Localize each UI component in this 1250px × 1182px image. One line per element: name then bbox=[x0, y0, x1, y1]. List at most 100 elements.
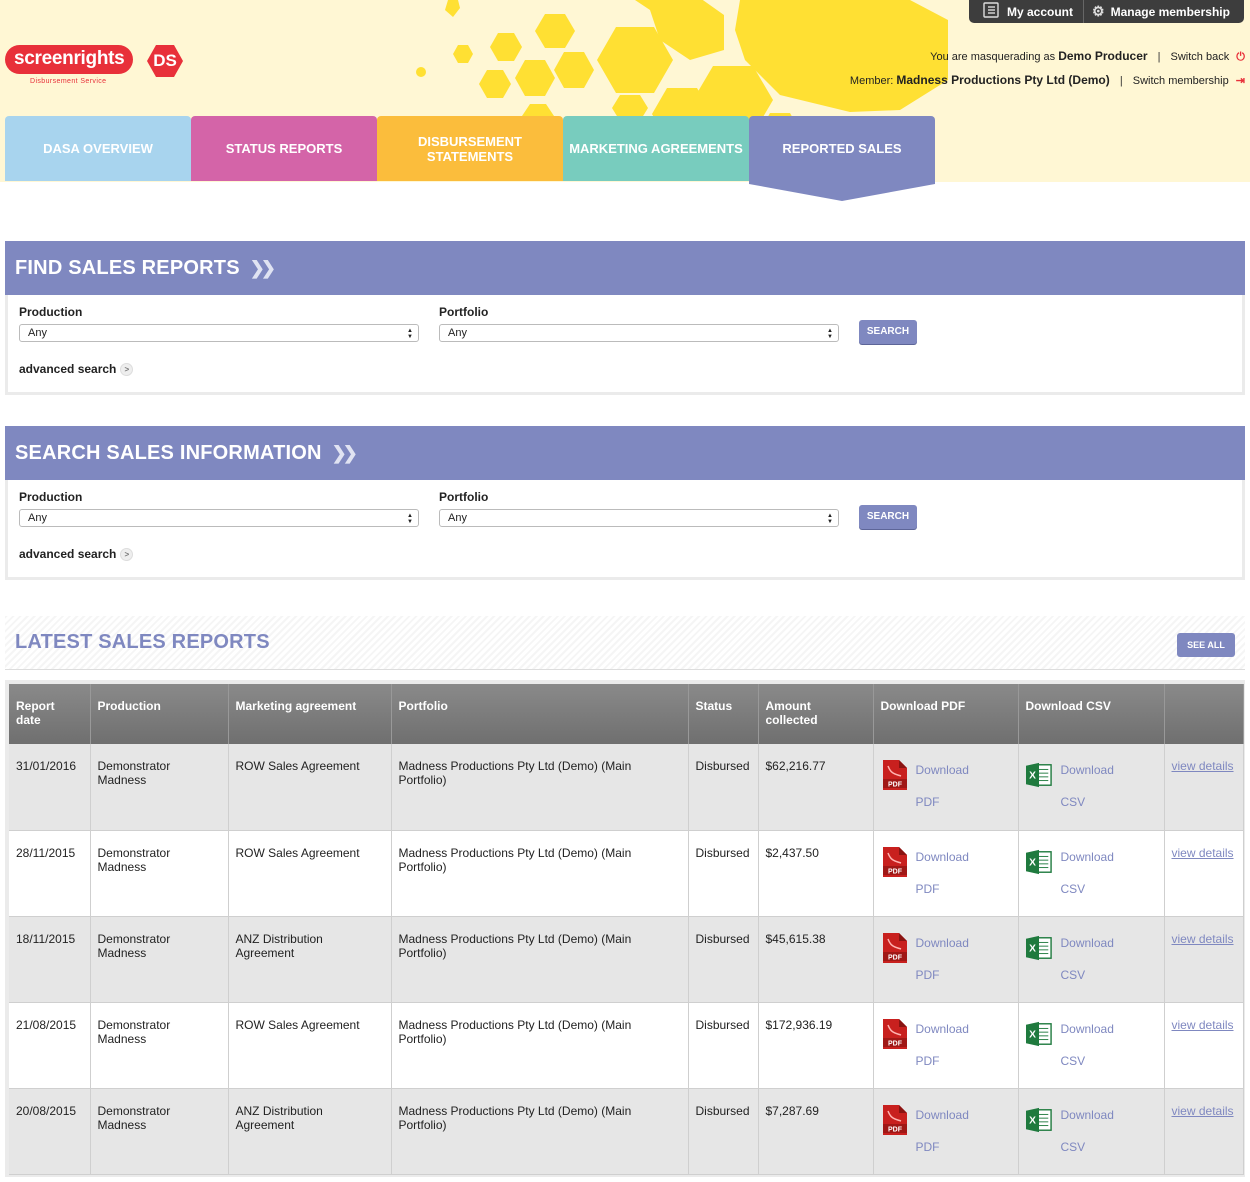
tab-reported-sales[interactable]: REPORTED SALES bbox=[749, 116, 935, 201]
svg-text:PDF: PDF bbox=[888, 954, 903, 961]
see-all-button[interactable]: SEE ALL bbox=[1177, 633, 1235, 657]
search-sales-information-panel: SEARCH SALES INFORMATION ❯❯ Production A… bbox=[5, 426, 1245, 580]
advanced-search-link[interactable]: advanced search > bbox=[19, 547, 134, 561]
column-header[interactable]: Status bbox=[688, 684, 759, 744]
production-select-value: Any bbox=[28, 327, 47, 339]
column-header[interactable]: Production bbox=[90, 684, 229, 744]
pdf-icon: PDF bbox=[882, 846, 907, 877]
view-details-link[interactable]: view details bbox=[1172, 846, 1234, 860]
column-header[interactable]: Amount collected bbox=[758, 684, 874, 744]
cell-status: Disbursed bbox=[688, 1088, 759, 1175]
tab-dasa-overview[interactable]: DASA OVERVIEW bbox=[5, 116, 191, 181]
download-csv-link[interactable]: X Download CSV bbox=[1025, 933, 1157, 991]
view-details-link[interactable]: view details bbox=[1172, 1104, 1234, 1118]
download-label: Download bbox=[915, 849, 969, 864]
cell-download-pdf: PDF Download PDF bbox=[873, 1002, 1019, 1089]
download-csv-link[interactable]: X Download CSV bbox=[1025, 1019, 1157, 1077]
chevron-right-icon: > bbox=[120, 548, 134, 561]
cell-production: Demonstrator Madness bbox=[90, 744, 229, 831]
download-pdf-link[interactable]: PDF Download PDF bbox=[881, 932, 1011, 991]
portfolio-label: Portfolio bbox=[439, 305, 489, 319]
production-select[interactable]: Any ▲ ▼ bbox=[19, 509, 419, 527]
cell-amount: $7,287.69 bbox=[758, 1088, 874, 1175]
cell-report-date: 28/11/2015 bbox=[9, 830, 91, 917]
portfolio-select[interactable]: Any ▲ ▼ bbox=[439, 509, 839, 527]
view-details-link[interactable]: view details bbox=[1172, 759, 1234, 773]
download-pdf-link[interactable]: PDF Download PDF bbox=[881, 1018, 1011, 1077]
cell-report-date: 20/08/2015 bbox=[9, 1088, 91, 1175]
column-header: Download CSV bbox=[1018, 684, 1165, 744]
cell-download-pdf: PDF Download PDF bbox=[873, 916, 1019, 1003]
pdf-icon: PDF bbox=[882, 760, 907, 790]
masquerade-name: Demo Producer bbox=[1058, 49, 1148, 63]
advanced-search-link[interactable]: advanced search > bbox=[19, 362, 134, 376]
tab-status-reports[interactable]: STATUS REPORTS bbox=[191, 116, 377, 181]
panel-title: FIND SALES REPORTS bbox=[15, 256, 240, 279]
svg-text:X: X bbox=[1029, 771, 1036, 782]
cell-download-csv: X Download CSV bbox=[1018, 916, 1165, 1003]
download-csv-link[interactable]: X Download CSV bbox=[1025, 1105, 1157, 1163]
tab-marketing-agreements[interactable]: MARKETING AGREEMENTS bbox=[563, 116, 749, 181]
cell-download-csv: X Download CSV bbox=[1018, 1002, 1165, 1089]
member-name: Madness Productions Pty Ltd (Demo) bbox=[896, 73, 1110, 87]
find-sales-reports-panel: FIND SALES REPORTS ❯❯ Production Any ▲ ▼ … bbox=[5, 241, 1245, 395]
table-body: 31/01/2016 Demonstrator Madness ROW Sale… bbox=[9, 744, 1244, 1175]
switch-membership-link[interactable]: Switch membership bbox=[1133, 75, 1229, 87]
cell-production: Demonstrator Madness bbox=[90, 1002, 229, 1089]
advanced-search-label: advanced search bbox=[19, 362, 117, 376]
csv-label: CSV bbox=[1060, 795, 1086, 809]
csv-label: CSV bbox=[1060, 967, 1086, 982]
view-details-link[interactable]: view details bbox=[1172, 1018, 1234, 1032]
my-account-label: My account bbox=[1007, 4, 1074, 19]
view-details-link[interactable]: view details bbox=[1172, 932, 1234, 946]
production-label: Production bbox=[19, 305, 83, 319]
cell-marketing-agreement: ANZ Distribution Agreement bbox=[228, 1088, 392, 1175]
cell-status: Disbursed bbox=[688, 916, 759, 1003]
cell-download-csv: X Download CSV bbox=[1018, 744, 1165, 831]
switch-back-link[interactable]: Switch back bbox=[1171, 51, 1230, 63]
my-account-link[interactable]: My account bbox=[969, 0, 1083, 23]
search-button[interactable]: SEARCH bbox=[859, 320, 917, 344]
chevron-right-icon: ❯❯ bbox=[249, 257, 276, 278]
cell-view-details: view details bbox=[1164, 1088, 1244, 1175]
download-pdf-link[interactable]: PDF Download PDF bbox=[881, 1104, 1011, 1163]
portfolio-select[interactable]: Any ▲ ▼ bbox=[439, 324, 839, 342]
production-label: Production bbox=[19, 490, 83, 504]
download-label: Download bbox=[915, 763, 969, 777]
tab-disbursement-statements[interactable]: DISBURSEMENT STATEMENTS bbox=[377, 116, 563, 181]
download-csv-link[interactable]: X Download CSV bbox=[1025, 847, 1157, 905]
logo-subtitle: Disbursement Service bbox=[30, 78, 107, 85]
power-icon[interactable]: ⏻ bbox=[1236, 51, 1245, 63]
cell-portfolio: Madness Productions Pty Ltd (Demo) (Main… bbox=[391, 1002, 689, 1089]
switch-icon[interactable]: ⇥ bbox=[1236, 75, 1245, 87]
sales-reports-table: Report date Production Marketing agreeme… bbox=[9, 684, 1244, 1175]
column-header bbox=[1164, 684, 1244, 744]
gear-icon: ⚙ bbox=[1092, 3, 1105, 19]
table-row: 20/08/2015 Demonstrator Madness ANZ Dist… bbox=[9, 1088, 1244, 1175]
column-header[interactable]: Portfolio bbox=[391, 684, 689, 744]
column-header[interactable]: Report date bbox=[9, 684, 91, 744]
svg-text:PDF: PDF bbox=[888, 1040, 903, 1047]
search-button[interactable]: SEARCH bbox=[859, 505, 917, 529]
production-select[interactable]: Any ▲ ▼ bbox=[19, 324, 419, 342]
column-header[interactable]: Marketing agreement bbox=[228, 684, 392, 744]
account-bar: My account ⚙ Manage membership bbox=[969, 0, 1244, 23]
svg-text:X: X bbox=[1029, 1115, 1036, 1126]
download-pdf-link[interactable]: PDF Download PDF bbox=[881, 846, 1011, 905]
manage-membership-link[interactable]: ⚙ Manage membership bbox=[1083, 0, 1240, 23]
svg-text:PDF: PDF bbox=[888, 1126, 903, 1133]
cell-view-details: view details bbox=[1164, 916, 1244, 1003]
cell-portfolio: Madness Productions Pty Ltd (Demo) (Main… bbox=[391, 744, 689, 831]
download-csv-link[interactable]: X Download CSV bbox=[1025, 760, 1157, 818]
cell-download-csv: X Download CSV bbox=[1018, 830, 1165, 917]
logo-wordmark: screenrights bbox=[5, 45, 134, 74]
download-pdf-link[interactable]: PDF Download PDF bbox=[881, 760, 1011, 818]
member-line: Member: Madness Productions Pty Ltd (Dem… bbox=[850, 73, 1245, 87]
sales-reports-table-wrapper: Report date Production Marketing agreeme… bbox=[5, 680, 1245, 1177]
download-label: Download bbox=[1060, 849, 1114, 864]
cell-production: Demonstrator Madness bbox=[90, 830, 229, 917]
svg-text:X: X bbox=[1029, 857, 1036, 868]
screenrights-logo[interactable]: screenrights DS Disbursement Service bbox=[5, 45, 183, 85]
pdf-icon: PDF bbox=[882, 1018, 907, 1049]
table-row: 21/08/2015 Demonstrator Madness ROW Sale… bbox=[9, 1002, 1244, 1089]
